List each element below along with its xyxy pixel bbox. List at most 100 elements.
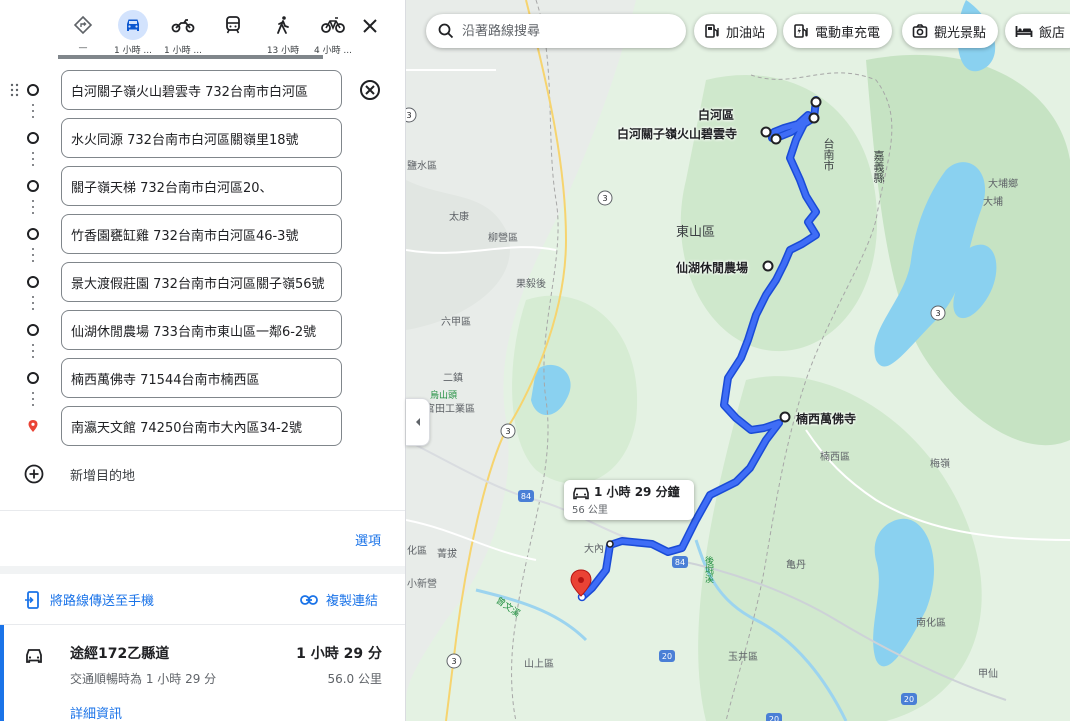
destination-pin-icon <box>28 420 38 432</box>
car-icon <box>127 19 139 31</box>
mode-best[interactable]: — <box>58 8 108 58</box>
place-label: 官田工業區 <box>425 404 475 415</box>
maps-app: — 1 小時 ... 1 小時 ... 13 小時 4 小時 ... 白河關子嶺… <box>0 0 1070 721</box>
svg-text:20: 20 <box>662 652 672 661</box>
place-label: 梅嶺 <box>930 459 950 470</box>
waypoint-circle-icon <box>27 180 39 192</box>
place-label: 二鎮 <box>443 373 463 384</box>
place-label: 楠西區 <box>820 452 850 463</box>
origin-circle-icon <box>27 84 39 96</box>
add-destination-button[interactable]: 新增目的地 <box>24 462 135 486</box>
route-duration-bubble[interactable]: 1 小時 29 分鐘 56 公里 <box>564 480 694 520</box>
bicycle-icon <box>321 17 345 33</box>
place-label: 大埔 <box>983 197 1003 208</box>
collapse-panel-button[interactable] <box>406 398 430 446</box>
svg-text:3: 3 <box>935 309 940 318</box>
send-to-phone-icon <box>25 590 39 609</box>
chip-gas-stations[interactable]: 加油站 <box>694 14 778 48</box>
bed-icon <box>1015 26 1033 37</box>
svg-text:3: 3 <box>602 194 607 203</box>
place-label: 亀丹 <box>786 560 806 571</box>
close-directions-button[interactable] <box>356 12 384 40</box>
best-route-icon <box>73 15 93 35</box>
waypoint-row: 關子嶺天梯 732台南市白河區20、 <box>0 166 405 206</box>
bubble-distance: 56 公里 <box>572 505 608 516</box>
river-label: 後堀溪 <box>703 556 713 583</box>
car-icon <box>26 649 42 663</box>
chevron-left-icon <box>415 418 420 426</box>
drag-handle-icon[interactable] <box>10 83 20 97</box>
waypoint-input[interactable]: 竹香園甕缸雞 732台南市白河區46-3號 <box>61 214 342 254</box>
remove-waypoint-icon[interactable] <box>358 78 382 102</box>
waypoint-input[interactable]: 景大渡假莊園 732台南市白河區關子嶺56號 <box>61 262 342 302</box>
place-label: 大內 <box>584 544 604 555</box>
bubble-duration: 1 小時 29 分鐘 <box>594 485 680 499</box>
waypoint-row: 景大渡假莊園 732台南市白河區關子嶺56號 <box>0 262 405 302</box>
map-label-biyun-temple[interactable]: 白河關子嶺火山碧雲寺 <box>617 125 737 142</box>
add-circle-icon <box>24 464 44 484</box>
place-label: 南化區 <box>916 618 946 629</box>
chip-label: 加油站 <box>726 25 766 41</box>
copy-link-label: 複製連結 <box>326 594 379 609</box>
walking-icon <box>277 16 289 34</box>
place-label: 太康 <box>449 212 469 223</box>
travel-mode-bar: — 1 小時 ... 1 小時 ... 13 小時 4 小時 ... <box>58 8 358 58</box>
waypoint-input[interactable]: 關子嶺天梯 732台南市白河區20、 <box>61 166 342 206</box>
route-option-card[interactable]: 途經172乙縣道 1 小時 29 分 交通順暢時為 1 小時 29 分 56.0… <box>0 625 405 721</box>
send-to-phone-button[interactable]: 將路線傳送至手機 <box>24 590 154 609</box>
waypoint-circle-icon <box>27 324 39 336</box>
mode-cycling[interactable]: 4 小時 ... <box>308 8 358 58</box>
svg-text:3: 3 <box>451 657 456 666</box>
place-label: 甲仙 <box>978 669 998 680</box>
route-search-box[interactable] <box>426 14 686 48</box>
camera-icon <box>912 24 928 38</box>
map-label-xianhu-farm[interactable]: 仙湖休閒農場 <box>676 259 748 276</box>
route-search-input[interactable] <box>462 23 662 39</box>
mode-walking[interactable]: 13 小時 <box>258 8 308 58</box>
place-label: 果毅後 <box>516 279 546 290</box>
mode-transit[interactable] <box>208 8 258 58</box>
destination-input[interactable]: 南瀛天文館 74250台南市大內區34-2號 <box>61 406 342 446</box>
map-label-dongshan: 東山區 <box>676 225 716 240</box>
waypoint-input[interactable]: 白河關子嶺火山碧雲寺 732台南市白河區 <box>61 70 342 110</box>
waypoint-circle-icon <box>27 228 39 240</box>
selected-route-indicator <box>0 625 4 721</box>
svg-text:84: 84 <box>675 558 685 567</box>
add-destination-label: 新增目的地 <box>70 468 136 484</box>
waypoint-circle-icon <box>27 372 39 384</box>
waypoint-row: 白河關子嶺火山碧雲寺 732台南市白河區 <box>0 70 405 110</box>
directions-panel: — 1 小時 ... 1 小時 ... 13 小時 4 小時 ... 白河關子嶺… <box>0 0 406 721</box>
svg-text:20: 20 <box>769 715 779 721</box>
mode-driving[interactable]: 1 小時 ... <box>108 8 158 58</box>
waypoint-row: 水火同源 732台南市白河區關嶺里18號 <box>0 118 405 158</box>
close-icon <box>363 19 377 33</box>
waypoint-input[interactable]: 水火同源 732台南市白河區關嶺里18號 <box>61 118 342 158</box>
chip-attractions[interactable]: 觀光景點 <box>902 14 999 48</box>
search-icon <box>438 23 454 39</box>
waypoint-row: 仙湖休閒農場 733台南市東山區一鄰6-2號 <box>0 310 405 350</box>
place-label: 大埔鄉 <box>988 179 1018 190</box>
county-label-tainan: 台南市 <box>822 138 835 171</box>
place-label: 山上區 <box>524 659 554 670</box>
chip-hotels[interactable]: 飯店 <box>1005 14 1070 48</box>
place-label: 小新營 <box>407 579 437 590</box>
divider <box>0 510 405 511</box>
options-button[interactable]: 選項 <box>355 530 381 549</box>
train-icon <box>226 16 240 34</box>
svg-text:20: 20 <box>904 695 914 704</box>
mode-motorcycle[interactable]: 1 小時 ... <box>158 8 208 58</box>
waypoint-input[interactable]: 仙湖休閒農場 733台南市東山區一鄰6-2號 <box>61 310 342 350</box>
place-label: 鹽水區 <box>407 161 437 172</box>
svg-text:3: 3 <box>406 111 411 120</box>
copy-link-button[interactable]: 複製連結 <box>300 590 378 609</box>
map-label-nanxi-temple[interactable]: 楠西萬佛寺 <box>796 410 856 427</box>
route-details-link[interactable]: 詳細資訊 <box>70 703 122 721</box>
waypoint-circle-icon <box>27 276 39 288</box>
route-traffic-note: 交通順暢時為 1 小時 29 分 <box>70 672 217 686</box>
waypoint-input[interactable]: 楠西萬佛寺 71544台南市楠西區 <box>61 358 342 398</box>
route-distance: 56.0 公里 <box>327 672 382 686</box>
mode-selection-indicator <box>58 55 323 59</box>
chip-ev-charging[interactable]: 電動車充電 <box>783 14 893 48</box>
chip-label: 飯店 <box>1039 25 1066 41</box>
waypoint-row: 楠西萬佛寺 71544台南市楠西區 <box>0 358 405 398</box>
